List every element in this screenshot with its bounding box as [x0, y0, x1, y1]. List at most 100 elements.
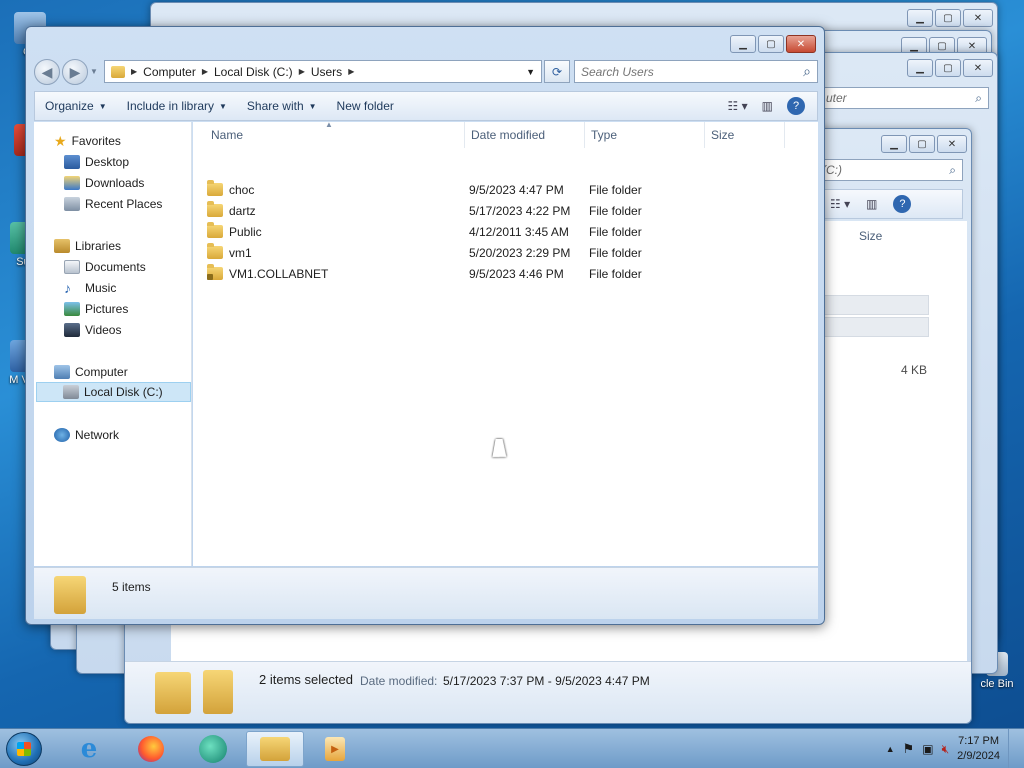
close-button[interactable]: ✕: [963, 9, 993, 27]
navigation-pane: ★ Favorites Desktop Downloads Recent Pla…: [34, 122, 192, 566]
share-with-label: Share with: [246, 99, 304, 113]
nav-local-disk[interactable]: Local Disk (C:): [36, 382, 191, 402]
size-value: 4 KB: [901, 363, 928, 377]
close-button[interactable]: ✕: [963, 59, 993, 77]
file-row-dartz[interactable]: dartz 5/17/2023 4:22 PM File folder: [207, 200, 807, 221]
nav-documents[interactable]: Documents: [64, 257, 146, 277]
nav-computer[interactable]: Computer: [54, 362, 128, 382]
back-button[interactable]: ◀: [34, 59, 60, 85]
preview-pane-icon[interactable]: ▥: [866, 197, 877, 211]
column-header-size[interactable]: Size: [859, 229, 882, 243]
nav-desktop[interactable]: Desktop: [64, 152, 129, 172]
disk-drive-icon: [63, 385, 79, 399]
include-in-library-button[interactable]: Include in library ▼: [117, 99, 237, 113]
taskbar-internet-explorer[interactable]: e: [60, 731, 118, 767]
close-button[interactable]: ✕: [937, 135, 967, 153]
command-bar: Organize ▼ Include in library ▼ Share with…: [34, 91, 818, 121]
minimize-button[interactable]: ▁: [730, 35, 756, 53]
back-arrow-icon: ◀: [41, 63, 53, 80]
help-icon[interactable]: ?: [893, 195, 912, 213]
organize-button[interactable]: Organize ▼: [35, 99, 117, 113]
maximize-button[interactable]: ▢: [935, 9, 961, 27]
file-date: 5/17/2023 4:22 PM: [469, 203, 571, 218]
refresh-button[interactable]: ⟳: [544, 60, 570, 83]
column-header-name[interactable]: Name ▲: [205, 120, 465, 148]
nav-network[interactable]: Network: [54, 425, 119, 445]
browser-app-icon: [199, 735, 227, 763]
network-tray-icon[interactable]: ▣: [922, 742, 933, 756]
minimize-button[interactable]: ▁: [907, 59, 933, 77]
help-icon[interactable]: ?: [787, 97, 805, 115]
nav-libraries[interactable]: Libraries: [54, 236, 121, 256]
taskbar-media-player[interactable]: ▶: [306, 731, 364, 767]
breadcrumb-computer[interactable]: Computer: [137, 65, 202, 79]
nav-downloads[interactable]: Downloads: [64, 173, 144, 193]
nav-label: Computer: [75, 365, 128, 379]
column-header-size[interactable]: Size: [705, 122, 785, 148]
maximize-button[interactable]: ▢: [758, 35, 784, 53]
file-row-public[interactable]: Public 4/12/2011 3:45 AM File folder: [207, 221, 807, 242]
organize-label: Organize: [45, 99, 94, 113]
file-date: 4/12/2011 3:45 AM: [469, 224, 569, 239]
forward-button[interactable]: ▶: [62, 59, 88, 85]
nav-favorites[interactable]: ★ Favorites: [54, 131, 121, 151]
nav-label: Libraries: [75, 239, 122, 253]
column-header-date-modified[interactable]: Date modified: [465, 122, 585, 148]
volume-muted-icon[interactable]: 🔇︎: [942, 742, 950, 757]
nav-music[interactable]: ♪ Music: [64, 278, 116, 298]
search-box[interactable]: ⌕: [574, 60, 818, 83]
taskbar-windows-explorer[interactable]: [246, 731, 304, 767]
nav-recent-places[interactable]: Recent Places: [64, 194, 162, 214]
file-list: Name ▲ Date modified Type Size choc 9/5/…: [193, 120, 818, 566]
nav-videos[interactable]: Videos: [64, 320, 121, 340]
show-desktop-button[interactable]: [1008, 729, 1020, 768]
folder-icon: [207, 201, 223, 217]
address-bar[interactable]: ▶ Computer ▶ Local Disk (C:) ▶ Users ▶ ▼: [104, 60, 542, 83]
search-placeholder: (C:): [822, 163, 842, 177]
show-hidden-icons-icon[interactable]: ▲: [886, 744, 895, 754]
nav-label: Documents: [85, 260, 146, 274]
recent-pages-dropdown[interactable]: ▼: [90, 67, 98, 76]
view-options-icon[interactable]: ☷ ▾: [728, 99, 748, 113]
file-name: dartz: [229, 203, 256, 218]
preview-pane-icon[interactable]: ▥: [762, 99, 773, 113]
windows-explorer-icon: [260, 737, 290, 761]
address-dropdown-icon[interactable]: ▼: [526, 67, 535, 77]
share-with-button[interactable]: Share with ▼: [237, 99, 327, 113]
search-icon: ⌕: [975, 90, 982, 105]
breadcrumb-local-disk[interactable]: Local Disk (C:): [208, 65, 299, 79]
action-center-flag-icon[interactable]: ⚑: [903, 741, 915, 757]
file-date: 9/5/2023 4:46 PM: [469, 266, 564, 281]
minimize-button[interactable]: ▁: [907, 9, 933, 27]
start-button[interactable]: [6, 732, 42, 766]
videos-icon: [64, 323, 80, 337]
column-header-type[interactable]: Type: [585, 122, 705, 148]
folder-icon: [207, 243, 223, 259]
file-row-vm1[interactable]: vm1 5/20/2023 2:29 PM File folder: [207, 242, 807, 263]
search-input[interactable]: [581, 64, 781, 79]
details-date-value: 5/17/2023 7:37 PM - 9/5/2023 4:47 PM: [443, 674, 650, 688]
taskbar-browser-app[interactable]: [184, 731, 242, 767]
breadcrumb-users[interactable]: Users: [305, 65, 348, 79]
file-row-choc[interactable]: choc 9/5/2023 4:47 PM File folder: [207, 179, 807, 200]
libraries-icon: [54, 239, 70, 253]
maximize-button[interactable]: ▢: [935, 59, 961, 77]
details-folder-icon: [203, 670, 233, 714]
clock[interactable]: 7:17 PM 2/9/2024: [957, 734, 1000, 764]
taskbar-firefox[interactable]: [122, 731, 180, 767]
computer-icon: [54, 365, 70, 379]
nav-label: Desktop: [85, 155, 130, 169]
nav-label: Network: [75, 428, 120, 442]
minimize-button[interactable]: ▁: [881, 135, 907, 153]
maximize-button[interactable]: ▢: [909, 135, 935, 153]
nav-pictures[interactable]: Pictures: [64, 299, 128, 319]
file-row-vm1-collabnet[interactable]: VM1.COLLABNET 9/5/2023 4:46 PM File fold…: [207, 263, 807, 284]
view-icon[interactable]: ☷ ▾: [830, 197, 850, 211]
new-folder-button[interactable]: New folder: [327, 99, 404, 113]
column-label: Name: [211, 128, 244, 142]
explorer-window[interactable]: ▁ ▢ ✕ ◀ ▶ ▼ ▶ Computer ▶ Local Disk (C:)…: [25, 26, 825, 625]
breadcrumb-separator[interactable]: ▶: [348, 67, 354, 76]
close-button[interactable]: ✕: [786, 35, 816, 53]
file-name: choc: [229, 182, 255, 197]
nav-label: Recent Places: [85, 197, 163, 211]
